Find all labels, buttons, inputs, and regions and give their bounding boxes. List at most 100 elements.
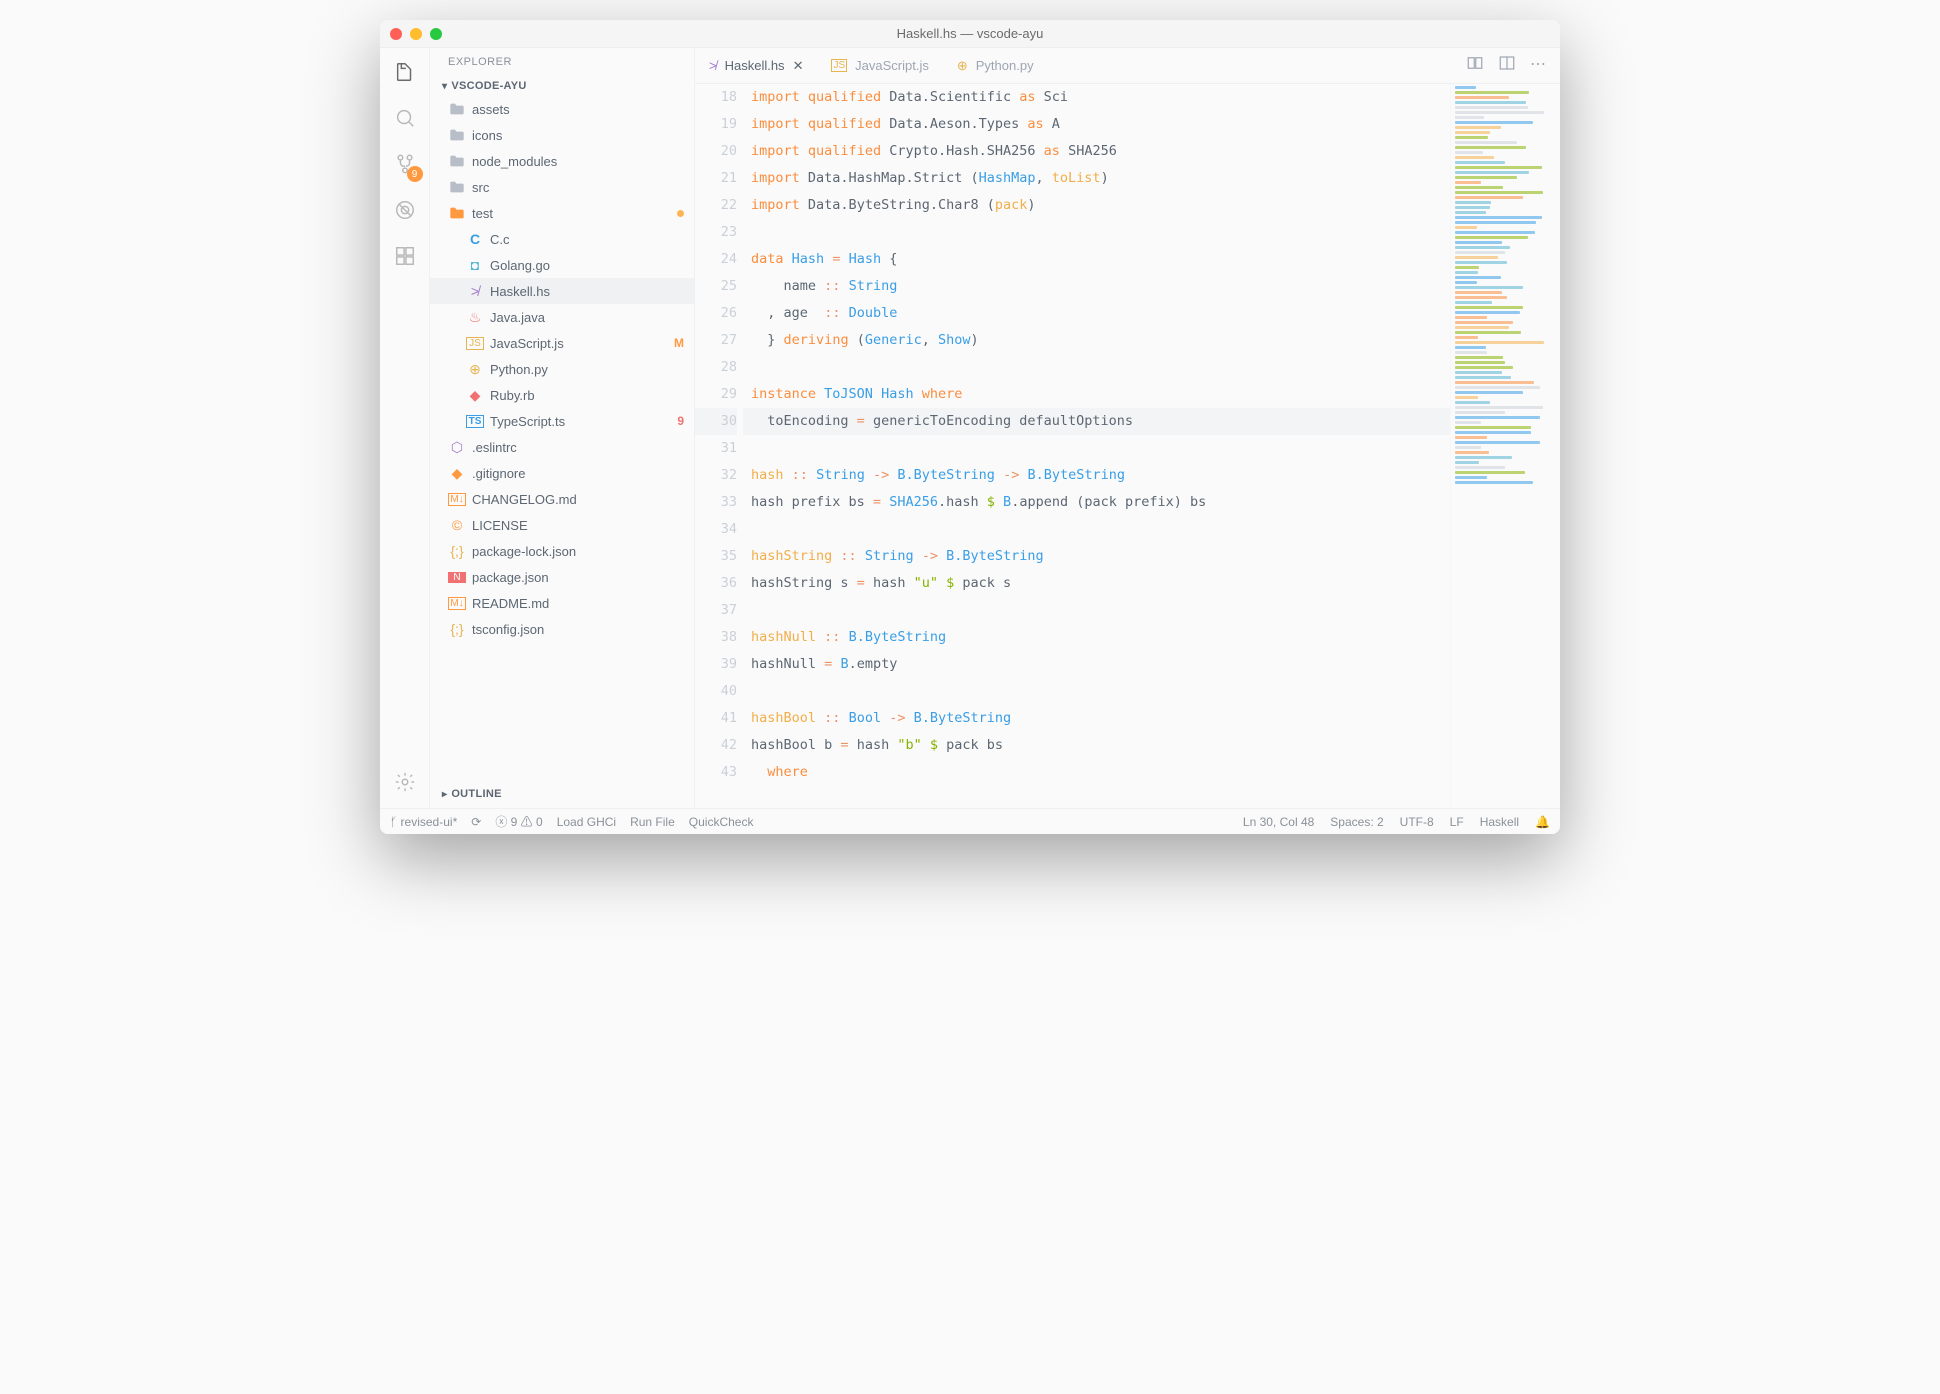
file-item[interactable]: ◆ .gitignore [430,460,694,486]
task-quickcheck[interactable]: QuickCheck [689,815,754,829]
eol[interactable]: LF [1450,815,1464,829]
folder-icon [448,180,466,194]
file-item[interactable]: ©LICENSE [430,512,694,538]
file-item[interactable]: Npackage.json [430,564,694,590]
search-icon[interactable] [391,104,419,132]
file-item[interactable]: JSJavaScript.jsM [430,330,694,356]
file-label: package-lock.json [472,544,576,559]
file-label: Python.py [490,362,548,377]
file-item[interactable]: ♨Java.java [430,304,694,330]
tab-file-icon: ⊕ [957,58,968,74]
compare-icon[interactable] [1466,54,1484,77]
titlebar: Haskell.hs — vscode-ayu [380,20,1560,48]
file-label: JavaScript.js [490,336,564,351]
editor-body[interactable]: 1819202122232425262728293031323334353637… [695,84,1560,808]
task-run-file[interactable]: Run File [630,815,675,829]
scm-badge: 9 [407,166,423,182]
folder-item[interactable]: test [430,200,694,226]
file-item[interactable]: ⊕ Python.py [430,356,694,382]
error-count-badge: 9 [677,414,684,428]
file-icon: TS [466,415,484,428]
close-tab-icon[interactable]: ✕ [793,58,804,74]
file-label: Golang.go [490,258,550,273]
file-item[interactable]: {;} package-lock.json [430,538,694,564]
file-item[interactable]: ◘ Golang.go [430,252,694,278]
file-label: package.json [472,570,549,585]
folder-icon [448,154,466,168]
tab-python-py[interactable]: ⊕ Python.py [943,48,1048,83]
minimize-icon[interactable] [410,28,422,40]
tab-haskell-hs[interactable]: ≯Haskell.hs✕ [695,48,817,83]
file-item[interactable]: C C.c [430,226,694,252]
file-item[interactable]: ≯ Haskell.hs [430,278,694,304]
file-icon: ◆ [466,387,484,404]
file-label: Java.java [490,310,545,325]
folder-item[interactable]: icons [430,122,694,148]
statusbar: ᚶ revised-ui* ⟳ ⓧ 9 ⚠ 0 Load GHCi Run Fi… [380,808,1560,834]
bell-icon[interactable]: 🔔 [1535,815,1550,829]
outline-section[interactable]: ▸ OUTLINE [430,784,694,808]
file-label: LICENSE [472,518,528,533]
file-item[interactable]: {;}tsconfig.json [430,616,694,642]
file-tree: assets icons node_modulessrc test C C.c ◘ Golan… [430,96,694,784]
traffic-lights [390,28,442,40]
folder-item[interactable]: node_modules [430,148,694,174]
file-label: assets [472,102,510,117]
indent-setting[interactable]: Spaces: 2 [1330,815,1383,829]
file-label: .eslintrc [472,440,517,455]
encoding[interactable]: UTF-8 [1400,815,1434,829]
file-icon: ◆ [448,465,466,482]
folder-open-icon [448,206,466,220]
window-title: Haskell.hs — vscode-ayu [897,26,1044,41]
folder-item[interactable]: src [430,174,694,200]
file-label: Haskell.hs [490,284,550,299]
tab-label: JavaScript.js [855,58,929,73]
file-icon: ⊕ [466,361,484,378]
cursor-position[interactable]: Ln 30, Col 48 [1243,815,1314,829]
branch-indicator[interactable]: ᚶ revised-ui* [390,815,457,829]
file-label: icons [472,128,502,143]
language-mode[interactable]: Haskell [1480,815,1519,829]
file-label: node_modules [472,154,557,169]
file-item[interactable]: TS TypeScript.ts 9 [430,408,694,434]
explorer-icon[interactable] [391,58,419,86]
tab-label: Python.py [976,58,1034,73]
close-icon[interactable] [390,28,402,40]
folder-icon [448,102,466,116]
code[interactable]: import qualified Data.Scientific as Scii… [751,84,1450,808]
file-item[interactable]: M↓README.md [430,590,694,616]
section-title[interactable]: ▾ VSCODE-AYU [430,76,694,96]
file-item[interactable]: ◆Ruby.rb [430,382,694,408]
file-icon: C [466,231,484,247]
file-label: .gitignore [472,466,525,481]
debug-icon[interactable] [391,196,419,224]
file-label: CHANGELOG.md [472,492,577,507]
tab-file-icon: ≯ [709,58,717,73]
task-load-ghci[interactable]: Load GHCi [557,815,616,829]
maximize-icon[interactable] [430,28,442,40]
activity-bar: 9 [380,48,430,808]
file-label: C.c [490,232,510,247]
file-item[interactable]: M↓CHANGELOG.md [430,486,694,512]
extensions-icon[interactable] [391,242,419,270]
file-label: TypeScript.ts [490,414,565,429]
source-control-icon[interactable]: 9 [391,150,419,178]
file-label: test [472,206,493,221]
problems-indicator[interactable]: ⓧ 9 ⚠ 0 [495,813,542,830]
more-icon[interactable]: ⋯ [1530,54,1546,77]
minimap[interactable] [1450,84,1560,808]
modified-dot-icon [677,206,684,220]
file-icon: ≯ [466,283,484,299]
file-icon: {;} [448,543,466,559]
sidebar: EXPLORER ▾ VSCODE-AYU assetsiconsnode_mo… [430,48,695,808]
sync-icon[interactable]: ⟳ [471,815,481,829]
gear-icon[interactable] [391,768,419,796]
file-icon: ◘ [466,257,484,273]
file-icon: JS [466,337,484,350]
tab-javascript-js[interactable]: JSJavaScript.js [817,48,942,83]
gutter: 1819202122232425262728293031323334353637… [695,84,751,808]
file-icon: {;} [448,621,466,637]
file-item[interactable]: ⬡.eslintrc [430,434,694,460]
folder-item[interactable]: assets [430,96,694,122]
split-editor-icon[interactable] [1498,54,1516,77]
